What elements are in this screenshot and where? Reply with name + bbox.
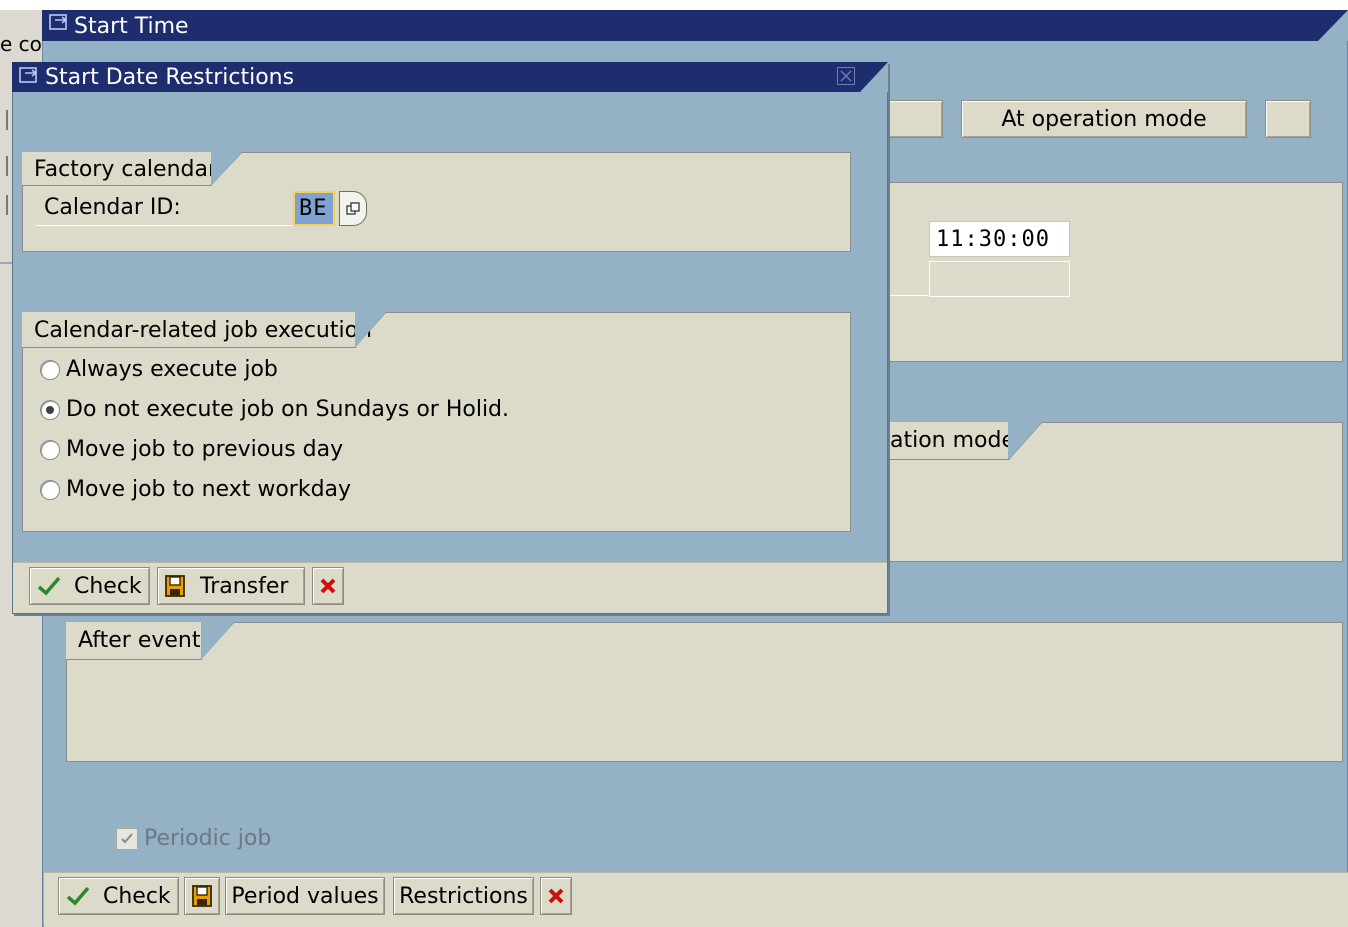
window-icon (48, 12, 70, 39)
more-options-button[interactable] (1265, 100, 1311, 138)
value-help-button[interactable] (339, 191, 367, 226)
radio-button[interactable] (40, 439, 60, 460)
period-values-button[interactable]: Period values (225, 877, 385, 915)
radio-label: Always execute job (66, 357, 278, 382)
background-field-edge (6, 195, 10, 215)
after-event-group-title: After event (78, 628, 201, 653)
label-underline (36, 225, 294, 226)
tab-slope (1008, 422, 1043, 460)
radio-label: Do not execute job on Sundays or Holid. (66, 397, 510, 422)
after-event-group (66, 622, 1343, 762)
tab-slope (354, 312, 387, 348)
check-button[interactable]: Check (58, 877, 179, 915)
scheduled-start-time-field[interactable]: 11:30:00 (929, 221, 1070, 257)
no-start-after-time-field[interactable] (929, 261, 1070, 297)
radio-dot (46, 405, 54, 414)
check-icon (66, 886, 90, 906)
periodic-job-label: Periodic job (144, 826, 272, 851)
start-time-title-bar[interactable] (42, 10, 1348, 41)
job-execution-group-title: Calendar-related job execution (34, 318, 373, 343)
factory-calendar-group-title: Factory calendar (34, 157, 218, 182)
tab-slope (210, 152, 243, 186)
cancel-icon (548, 888, 564, 904)
operation-mode-group-title: ation mode (890, 428, 1016, 453)
radio-option-not-sundays[interactable]: Do not execute job on Sundays or Holid. (40, 397, 509, 422)
check-icon (37, 576, 61, 596)
transfer-button[interactable]: Transfer (157, 567, 305, 605)
save-icon (165, 575, 185, 597)
cancel-button[interactable] (540, 877, 572, 915)
save-icon (192, 885, 212, 907)
background-window-top (0, 0, 44, 10)
transfer-label: Transfer (200, 573, 289, 599)
background-window-text: e co (0, 32, 42, 56)
radio-option-previous-day[interactable]: Move job to previous day (40, 437, 343, 462)
save-button[interactable] (184, 877, 220, 915)
radio-option-always[interactable]: Always execute job (40, 357, 278, 382)
tab-slope (200, 622, 235, 660)
radio-label: Move job to next workday (66, 477, 352, 502)
calendar-id-input[interactable]: BE (293, 191, 335, 226)
radio-label: Move job to previous day (66, 437, 344, 462)
radio-button[interactable] (40, 359, 60, 380)
start-time-title: Start Time (74, 14, 189, 39)
radio-button[interactable] (40, 479, 60, 500)
check-button-label: Check (103, 883, 171, 909)
close-icon[interactable] (837, 67, 855, 85)
job-execution-tab: Calendar-related job execution (22, 312, 372, 348)
factory-calendar-tab: Factory calendar (22, 152, 217, 186)
dialog-check-button[interactable]: Check (29, 567, 150, 605)
dialog-title: Start Date Restrictions (45, 65, 295, 90)
window-icon (18, 65, 40, 91)
cancel-icon (320, 578, 336, 594)
calendar-id-label: Calendar ID: (44, 195, 181, 220)
dialog-cancel-button[interactable] (312, 567, 344, 605)
background-field-edge (6, 156, 10, 176)
radio-option-next-workday[interactable]: Move job to next workday (40, 477, 351, 502)
value-help-icon (346, 201, 360, 215)
after-event-tab: After event (66, 622, 202, 660)
at-operation-mode-button[interactable]: At operation mode (961, 100, 1247, 138)
restrictions-button[interactable]: Restrictions (393, 877, 534, 915)
dialog-check-label: Check (74, 573, 142, 599)
radio-button-selected[interactable] (40, 399, 60, 420)
background-field-edge (6, 110, 10, 130)
checkmark-icon (121, 833, 133, 844)
periodic-job-checkbox[interactable] (116, 828, 138, 850)
